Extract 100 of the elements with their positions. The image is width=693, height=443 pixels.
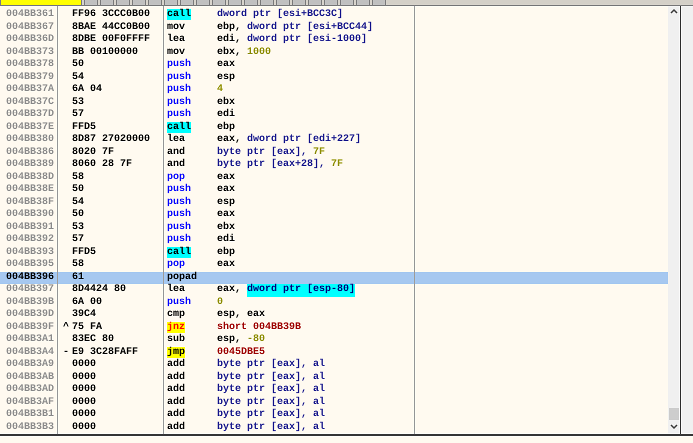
code-row[interactable]: 004BB397 8D4424 80 lea eax, dword ptr [esp-80]	[0, 284, 668, 296]
code-row[interactable]: 004BB386 8020 7F and byte ptr [eax], 7F	[0, 146, 668, 159]
hex-bytes: 54	[72, 196, 84, 209]
code-row[interactable]: 004BB390 50 push eax	[0, 209, 668, 222]
code-row[interactable]: 004BB391 53 push ebx	[0, 222, 668, 234]
code-row[interactable]: 004BB3A1 83EC 80 sub esp, -80	[0, 334, 668, 346]
code-row[interactable]: 004BB38E 50 push eax	[0, 184, 668, 196]
operand-text: byte ptr [eax+28],	[217, 159, 326, 172]
code-row[interactable]: 004BB3A4 - E9 3C28FAFF jmp 0045DBE5	[0, 346, 668, 359]
mnemonic-text: jnz	[167, 322, 186, 332]
code-row[interactable]: 004BB37C 53 push ebx	[0, 96, 668, 109]
code-row[interactable]: 004BB379 54 push esp	[0, 72, 668, 84]
operand-text: eax,	[217, 134, 242, 146]
code-row[interactable]: 004BB38D 58 pop eax	[0, 172, 668, 184]
operand-text: byte ptr [eax], al	[217, 384, 326, 396]
mnemonic-text: call	[167, 122, 192, 132]
mnemonic-text: push	[167, 72, 192, 82]
address-text: 004BB3A1	[5, 334, 56, 346]
mnemonic-text: add	[167, 359, 186, 370]
operand-text: eax	[217, 59, 236, 72]
address-text: 004BB397	[5, 284, 56, 296]
operand-text: dword ptr [esi+BCC44]	[247, 22, 374, 34]
code-row[interactable]: 004BB38F 54 push esp	[0, 196, 668, 209]
mnemonic-text: call	[167, 246, 192, 258]
code-row[interactable]: 004BB3B1 0000 add byte ptr [eax], al	[0, 409, 668, 422]
address-text: 004BB39B	[5, 296, 56, 309]
mnemonic-text: push	[167, 59, 192, 70]
address-text: 004BB36D	[5, 34, 56, 46]
hex-bytes: 75 FA	[72, 322, 102, 334]
mnemonic-text: push	[167, 184, 192, 195]
code-row[interactable]: 004BB367 8BAE 44CC0B00 mov ebp, dword ptr [esi+BCC44]	[0, 22, 668, 34]
address-text: 004BB39D	[5, 309, 56, 322]
hex-bytes: 8020 7F	[72, 146, 114, 159]
hex-bytes: FFD5	[72, 122, 96, 134]
operand-text: ebx	[217, 222, 236, 234]
jump-mark: -	[63, 346, 70, 359]
code-row[interactable]: 004BB39D 39C4 cmp esp, eax	[0, 309, 668, 322]
address-text: 004BB373	[5, 46, 56, 59]
code-row[interactable]: 004BB380 8D87 27020000 lea eax, dword ptr [edi+227]	[0, 134, 668, 146]
hex-bytes: 8D4424 80	[72, 284, 126, 296]
mnemonic-text: mov	[167, 46, 186, 58]
operand-text: edi	[217, 234, 236, 246]
mnemonic-text: and	[167, 146, 186, 158]
hex-bytes: 8D87 27020000	[72, 134, 150, 146]
address-text: 004BB392	[5, 234, 56, 246]
code-row[interactable]: 004BB396 61 popad	[0, 272, 668, 284]
hex-bytes: 61	[72, 272, 84, 284]
code-row[interactable]: 004BB3AB 0000 add byte ptr [eax], al	[0, 372, 668, 384]
hex-bytes: 0000	[72, 409, 96, 422]
code-row[interactable]: 004BB3AF 0000 add byte ptr [eax], al	[0, 396, 668, 409]
operand-text: 7F	[331, 159, 344, 172]
code-row[interactable]: 004BB36D 8DBE 00F0FFFF lea edi, dword ptr [esi-1000]	[0, 34, 668, 46]
code-row[interactable]: 004BB393 FFD5 call ebp	[0, 246, 668, 259]
operand-text: byte ptr [eax], al	[217, 409, 326, 422]
code-row[interactable]: 004BB392 57 push edi	[0, 234, 668, 246]
mnemonic-text: push	[167, 96, 192, 108]
code-row[interactable]: 004BB37E FFD5 call ebp	[0, 122, 668, 134]
code-row[interactable]: 004BB389 8060 28 7F and byte ptr [eax+28], 7F	[0, 159, 668, 172]
operand-text: -80	[247, 334, 266, 346]
code-row[interactable]: 004BB373 BB 00100000 mov ebx, 1000	[0, 46, 668, 59]
mnemonic-text: pop	[167, 172, 186, 182]
operand-text: edi,	[217, 34, 242, 46]
mnemonic-text: push	[167, 296, 192, 308]
address-text: 004BB38D	[5, 172, 56, 184]
hex-bytes: 8BAE 44CC0B00	[72, 22, 150, 34]
code-row[interactable]: 004BB37D 57 push edi	[0, 109, 668, 122]
code-row[interactable]: 004BB3B3 0000 add byte ptr [eax], al	[0, 422, 668, 434]
code-row[interactable]: 004BB3A9 0000 add byte ptr [eax], al	[0, 359, 668, 372]
hex-bytes: 0000	[72, 396, 96, 409]
mnemonic-text: lea	[167, 34, 186, 45]
code-row[interactable]: 004BB39B 6A 00 push 0	[0, 296, 668, 309]
operand-text: eax	[217, 184, 236, 196]
operand-text: dword ptr [esi-1000]	[247, 34, 368, 46]
code-row[interactable]: 004BB3AD 0000 add byte ptr [eax], al	[0, 384, 668, 396]
address-text: 004BB37D	[5, 109, 56, 122]
mnemonic-text: push	[167, 109, 192, 120]
hex-bytes: 57	[72, 234, 84, 246]
hex-bytes: 53	[72, 222, 84, 234]
address-text: 004BB390	[5, 209, 56, 222]
mnemonic-text: push	[167, 84, 192, 95]
address-text: 004BB393	[5, 246, 56, 259]
address-text: 004BB389	[5, 159, 56, 172]
mnemonic-text: add	[167, 422, 186, 432]
address-text: 004BB3AD	[5, 384, 56, 396]
code-row[interactable]: 004BB39F ^ 75 FA jnz short 004BB39B	[0, 322, 668, 334]
code-row[interactable]: 004BB395 58 pop eax	[0, 259, 668, 272]
hex-bytes: 83EC 80	[72, 334, 114, 346]
operand-text: 4	[217, 84, 224, 96]
code-row[interactable]: 004BB378 50 push eax	[0, 59, 668, 72]
operand-text: dword ptr [esp-80]	[247, 284, 356, 296]
code-row[interactable]: 004BB37A 6A 04 push 4	[0, 84, 668, 96]
code-row[interactable]: 004BB361 FF96 3CCC0B00 call dword ptr [esi+BCC3C]	[0, 9, 668, 22]
operand-text: 0045DBE5	[217, 346, 266, 358]
address-text: 004BB3A9	[5, 359, 56, 372]
address-text: 004BB3B3	[5, 422, 56, 434]
address-text: 004BB39F	[5, 322, 56, 334]
mnemonic-text: pop	[167, 259, 186, 270]
operand-text: eax	[217, 259, 236, 272]
address-text: 004BB386	[5, 146, 56, 159]
operand-text: byte ptr [eax], al	[217, 359, 326, 372]
